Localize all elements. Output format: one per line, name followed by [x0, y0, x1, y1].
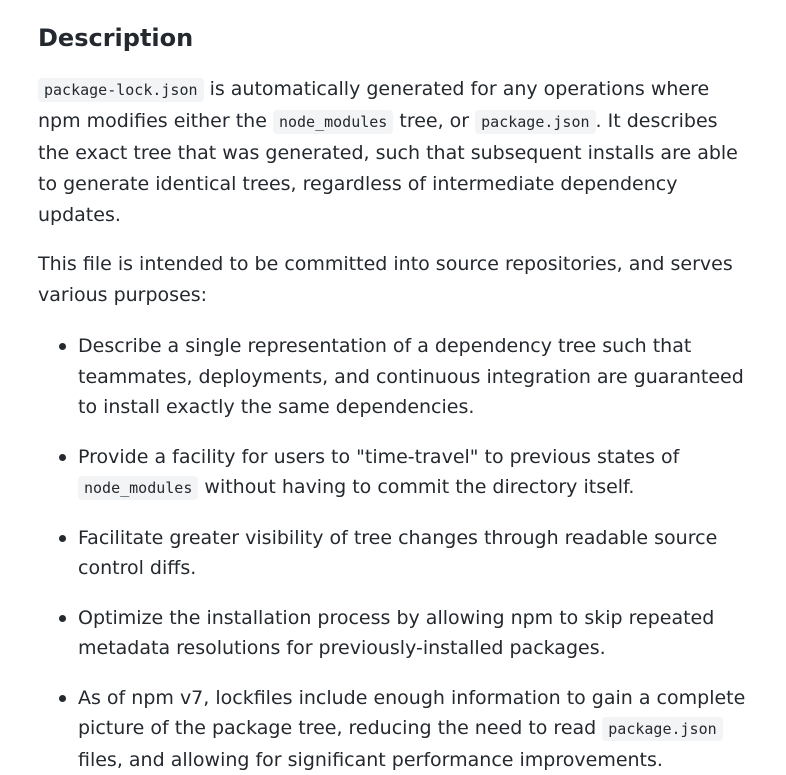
bullet-icon	[59, 454, 66, 461]
code-node-modules: node_modules	[273, 110, 393, 134]
list-item-text: Optimize the installation process by all…	[78, 607, 714, 660]
bullet-icon	[59, 615, 66, 622]
list-item: Provide a facility for users to "time-tr…	[78, 442, 746, 504]
intro-paragraph: package-lock.json is automatically gener…	[38, 74, 746, 231]
list-item: Describe a single representation of a de…	[78, 331, 746, 423]
intro-text-2: tree, or	[393, 110, 475, 132]
bullet-icon	[59, 343, 66, 350]
list-item-text: without having to commit the directory i…	[198, 476, 634, 498]
list-item-text: files, and allowing for significant perf…	[78, 749, 663, 771]
bullet-icon	[59, 535, 66, 542]
code-package-lock: package-lock.json	[38, 78, 204, 102]
code-package-json: package.json	[475, 110, 595, 134]
section-heading: Description	[38, 20, 746, 56]
list-item-text: Describe a single representation of a de…	[78, 335, 744, 418]
document-body: Description package-lock.json is automat…	[0, 0, 786, 773]
list-item: Optimize the installation process by all…	[78, 603, 746, 664]
list-item-text: Facilitate greater visibility of tree ch…	[78, 527, 717, 580]
bullet-icon	[59, 695, 66, 702]
list-item-text: Provide a facility for users to "time-tr…	[78, 446, 679, 468]
purposes-intro-paragraph: This file is intended to be committed in…	[38, 249, 746, 311]
code-package-json: package.json	[602, 717, 722, 741]
code-node-modules: node_modules	[78, 476, 198, 500]
list-item: As of npm v7, lockfiles include enough i…	[78, 683, 746, 775]
list-item: Facilitate greater visibility of tree ch…	[78, 523, 746, 584]
purposes-list: Describe a single representation of a de…	[38, 331, 746, 775]
